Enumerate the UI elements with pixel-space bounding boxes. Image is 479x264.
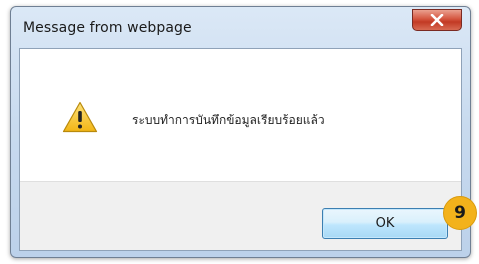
message-area: ระบบทำการบันทึกข้อมูลเรียบร้อยแล้ว — [20, 49, 461, 181]
dialog-body: ระบบทำการบันทึกข้อมูลเรียบร้อยแล้ว OK — [19, 48, 462, 251]
warning-icon — [62, 101, 98, 133]
ok-button[interactable]: OK — [322, 208, 448, 239]
message-dialog: Message from webpage ระบบทำการบันทึกข้อม… — [10, 6, 471, 258]
dialog-titlebar[interactable]: Message from webpage — [11, 7, 470, 47]
close-icon — [430, 14, 444, 26]
message-text: ระบบทำการบันทึกข้อมูลเรียบร้อยแล้ว — [132, 113, 325, 127]
dialog-title: Message from webpage — [23, 20, 192, 36]
step-number-badge: 9 — [443, 196, 477, 230]
close-button[interactable] — [412, 9, 462, 31]
dialog-footer: OK — [20, 181, 461, 250]
